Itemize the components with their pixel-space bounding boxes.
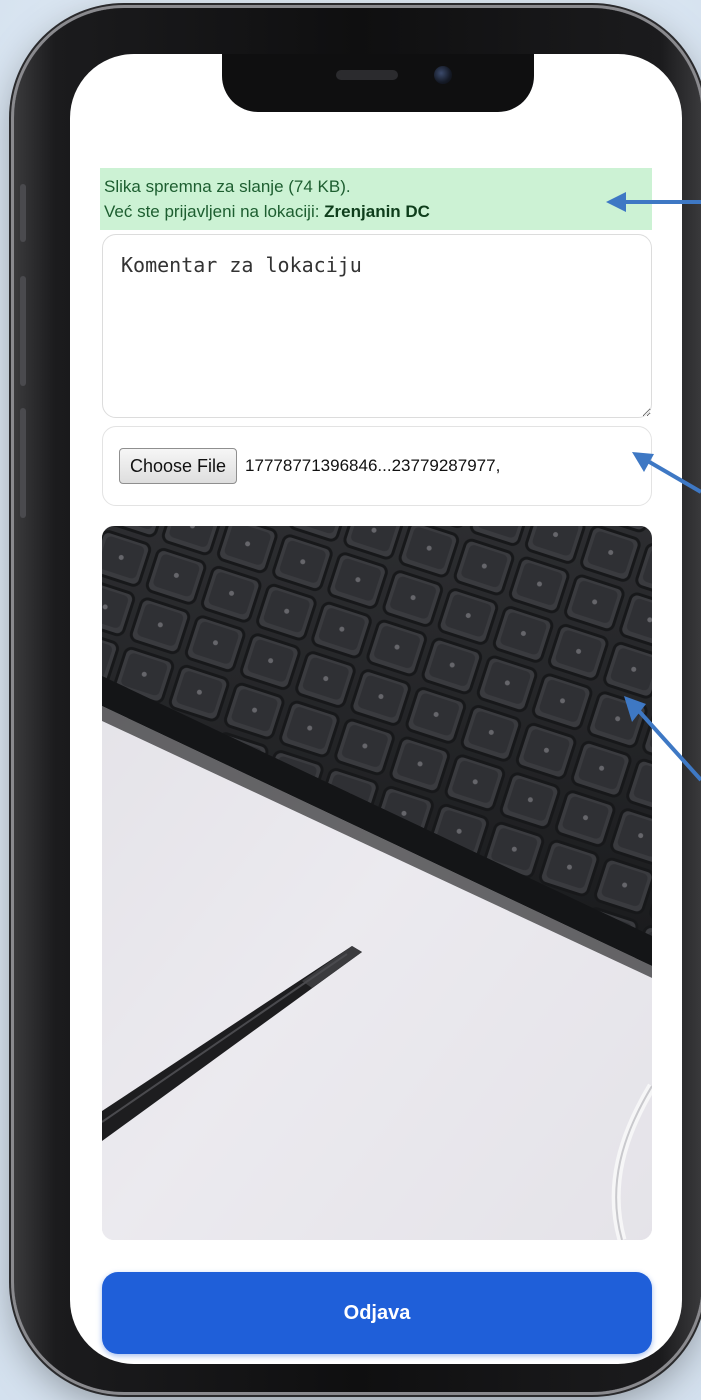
volume-down-button — [20, 408, 26, 518]
annotation-arrow-icon — [632, 452, 701, 494]
selected-file-name: 17778771396846...23779287977, — [245, 456, 501, 475]
volume-up-button — [20, 276, 26, 386]
speaker-grille — [336, 70, 398, 80]
notch — [222, 54, 534, 112]
photo-preview-image — [102, 526, 652, 1240]
phone-screen: Slika spremna za slanje (74 KB). Već ste… — [70, 54, 682, 1364]
annotation-arrow-icon — [624, 696, 701, 782]
choose-file-button[interactable]: Choose File — [119, 448, 238, 484]
phone-frame: Slika spremna za slanje (74 KB). Već ste… — [14, 8, 701, 1392]
comment-textarea[interactable] — [102, 234, 652, 418]
location-prefix: Već ste prijavljeni na lokaciji: — [104, 202, 325, 221]
location-name: Zrenjanin DC — [324, 202, 430, 221]
location-text: Već ste prijavljeni na lokaciji: Zrenjan… — [104, 199, 648, 224]
logout-button[interactable]: Odjava — [102, 1272, 652, 1354]
image-ready-text: Slika spremna za slanje (74 KB). — [104, 177, 351, 196]
file-input-row: Choose File 17778771396846...23779287977… — [102, 426, 652, 506]
photo-preview — [102, 526, 652, 1240]
annotation-arrow-icon — [606, 192, 701, 212]
front-camera-icon — [434, 66, 452, 84]
status-message: Slika spremna za slanje (74 KB). Već ste… — [100, 168, 652, 230]
silent-switch — [20, 184, 26, 242]
